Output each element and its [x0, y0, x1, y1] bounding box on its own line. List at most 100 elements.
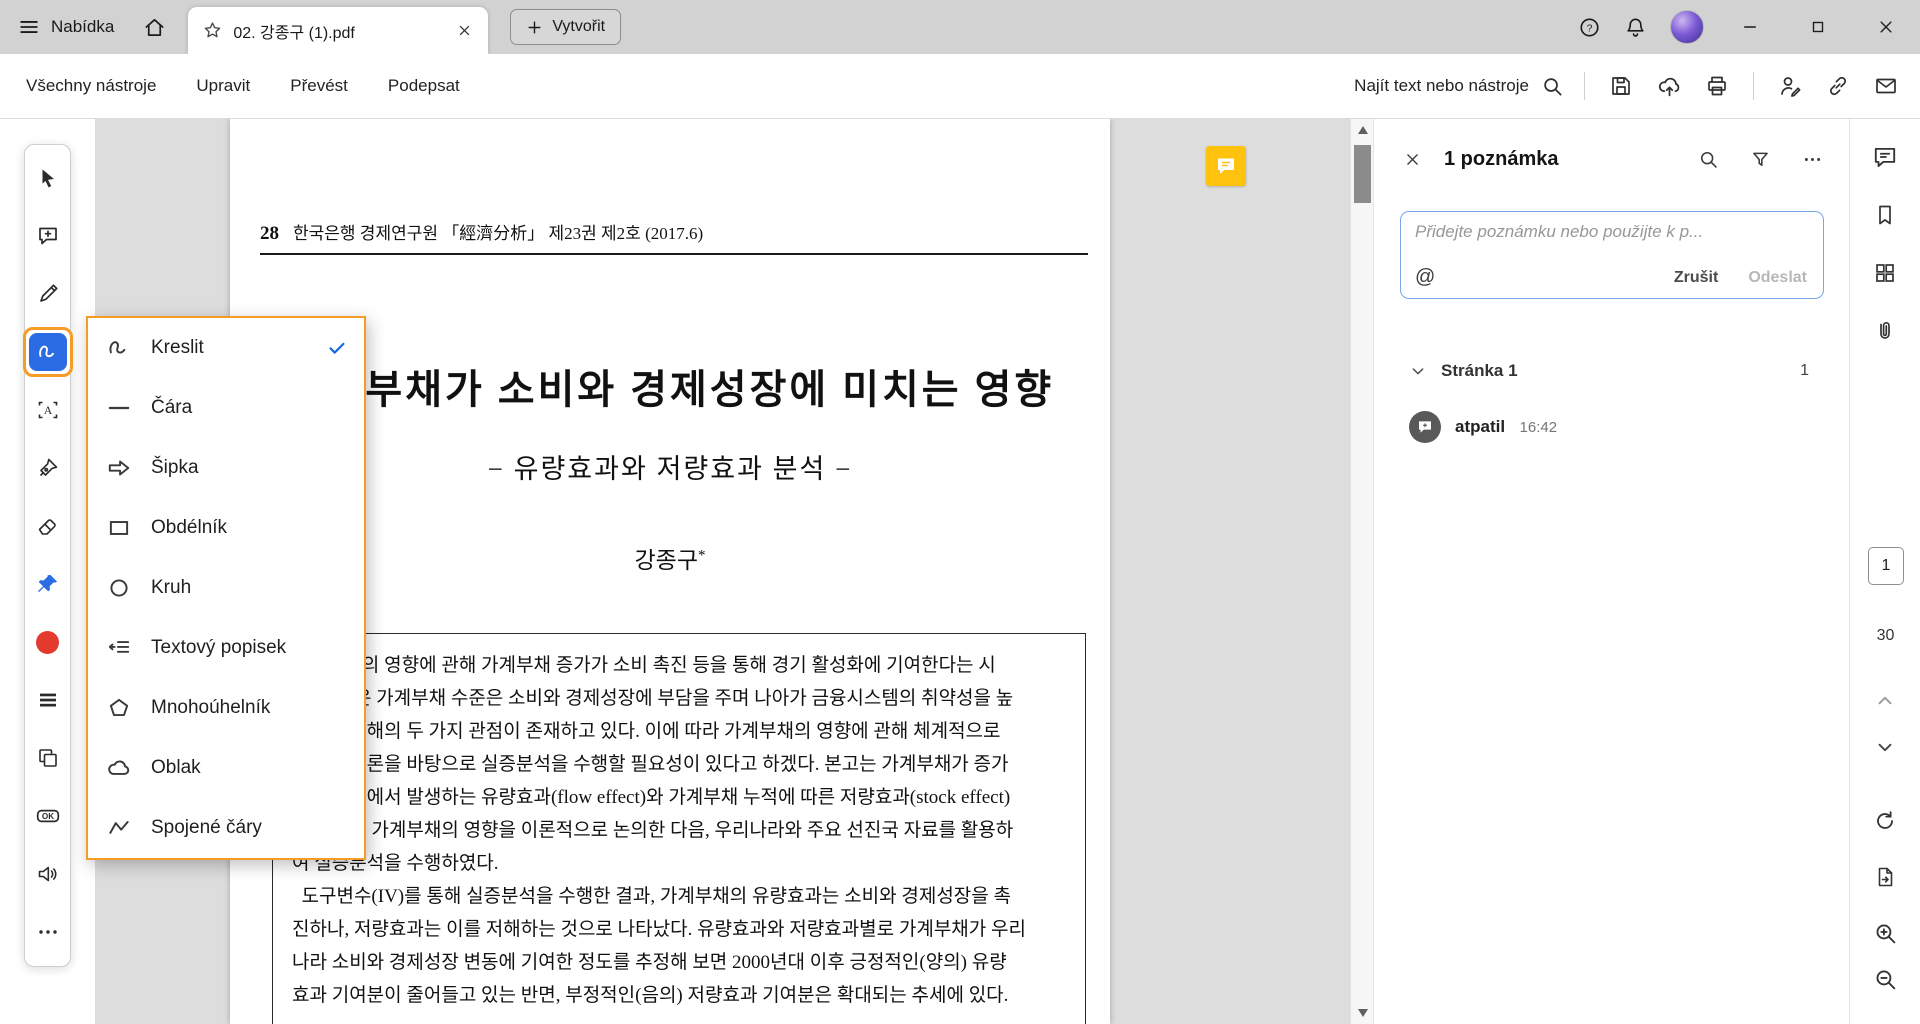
thumbnails-panel-button[interactable] — [1865, 253, 1905, 293]
previous-page-button[interactable] — [1865, 681, 1905, 721]
filter-comments-button[interactable] — [1743, 142, 1777, 176]
triangle-up-icon — [1357, 126, 1368, 134]
share-link-button[interactable] — [1814, 54, 1862, 118]
print-button[interactable] — [1693, 54, 1741, 118]
more-tools[interactable] — [29, 913, 67, 951]
flyout-item-text-callout[interactable]: Textový popisek — [88, 618, 364, 678]
comment-input[interactable] — [1401, 212, 1823, 258]
comment-list-item[interactable]: atpatil 16:42 — [1409, 411, 1557, 443]
flyout-item-cloud[interactable]: Oblak — [88, 738, 364, 798]
attachments-panel-button[interactable] — [1865, 311, 1905, 351]
flyout-label: Kruh — [151, 577, 192, 598]
window-maximize-button[interactable] — [1784, 0, 1852, 54]
rotate-page-button[interactable] — [1865, 801, 1905, 841]
menu-sign[interactable]: Podepsat — [368, 54, 480, 118]
ok-stamp-tool[interactable]: OK — [29, 797, 67, 835]
flyout-item-connected-lines[interactable]: Spojené čáry — [88, 798, 364, 858]
line-thickness-tool[interactable] — [29, 681, 67, 719]
text-box-tool[interactable]: A — [29, 391, 67, 429]
menu-edit[interactable]: Upravit — [176, 54, 270, 118]
scrollbar-thumb[interactable] — [1354, 145, 1371, 203]
toolbar-divider — [1753, 72, 1754, 100]
page-total-label: 30 — [1876, 627, 1895, 644]
main-toolbar: Všechny nástroje Upravit Převést Podepsa… — [0, 54, 1920, 119]
color-swatch-red[interactable] — [29, 623, 67, 661]
sticky-note-annotation[interactable] — [1206, 146, 1246, 186]
flyout-item-line[interactable]: Čára — [88, 378, 364, 438]
comment-meta: atpatil 16:42 — [1455, 417, 1557, 437]
mention-button[interactable]: @ — [1415, 266, 1435, 289]
close-panel-button[interactable] — [1398, 145, 1426, 173]
abstract-box: 가계부채의 영향에 관해 가계부채 증가가 소비 촉진 등을 통해 경기 활성화… — [272, 633, 1086, 1024]
request-signatures-button[interactable] — [1766, 54, 1814, 118]
search-button[interactable]: Najít text nebo nástroje — [1346, 75, 1572, 98]
hamburger-icon — [20, 21, 38, 33]
draw-tool-selected[interactable] — [28, 333, 67, 371]
link-icon — [1830, 76, 1846, 96]
abstract-line: 진하나, 저량효과는 이를 저해하는 것으로 나타났다. 유량효과와 저량효과별… — [292, 919, 1026, 940]
connected-lines-icon — [109, 821, 129, 834]
check-icon — [329, 342, 345, 354]
titlebar-right-cluster: ? — [1566, 0, 1920, 54]
cloud-upload-button[interactable] — [1645, 54, 1693, 118]
zoom-out-button[interactable] — [1865, 959, 1905, 999]
eraser-tool[interactable] — [29, 507, 67, 545]
author-footnote-mark: * — [697, 547, 706, 564]
flyout-item-arrow[interactable]: Šipka — [88, 438, 364, 498]
page-1-section-header[interactable]: Stránka 1 1 — [1410, 355, 1809, 387]
send-button[interactable]: Odeslat — [1748, 269, 1807, 287]
menu-all-tools[interactable]: Všechny nástroje — [6, 54, 176, 118]
scroll-down-button[interactable] — [1351, 1002, 1374, 1024]
save-button[interactable] — [1597, 54, 1645, 118]
window-close-button[interactable] — [1852, 0, 1920, 54]
user-avatar[interactable] — [1670, 10, 1704, 44]
pin-tool[interactable] — [29, 565, 67, 603]
flyout-item-polygon[interactable]: Mnohoúhelník — [88, 678, 364, 738]
abstract-line: 도구변수(IV)를 통해 실증분석을 수행한 결과, 가계부채의 유량효과는 소… — [292, 886, 1012, 907]
export-pdf-button[interactable] — [1865, 857, 1905, 897]
search-icon — [1544, 77, 1562, 96]
fill-sign-pen-tool[interactable] — [29, 449, 67, 487]
document-tab[interactable]: 02. 강종구 (1).pdf — [188, 7, 489, 54]
menu-convert[interactable]: Převést — [270, 54, 368, 118]
comment-avatar — [1409, 411, 1441, 443]
home-button[interactable] — [130, 0, 178, 54]
help-button[interactable]: ? — [1566, 0, 1612, 54]
add-comment-tool[interactable] — [29, 217, 67, 255]
right-panel-rail: 30 — [1849, 119, 1920, 1024]
flyout-label: Oblak — [151, 757, 201, 778]
star-icon[interactable] — [202, 20, 223, 41]
comments-options-button[interactable] — [1795, 142, 1829, 176]
marker-tool[interactable] — [29, 275, 67, 313]
tab-close-button[interactable] — [450, 17, 478, 45]
journal-title: 한국은행 경제연구원 「經濟分析」 제23권 제2호 (2017.6) — [293, 224, 704, 243]
window-minimize-button[interactable] — [1716, 0, 1784, 54]
select-tool[interactable] — [29, 159, 67, 197]
page-number-input[interactable] — [1869, 548, 1903, 584]
section-comment-count: 1 — [1800, 362, 1809, 379]
shapes-tool[interactable] — [29, 739, 67, 777]
chevron-down-icon — [1878, 743, 1892, 752]
create-button[interactable]: Vytvořit — [510, 9, 622, 45]
app-menu-button[interactable]: Nabídka — [0, 0, 130, 54]
scroll-up-button[interactable] — [1351, 119, 1374, 141]
page-number-box[interactable] — [1868, 547, 1904, 585]
bookmarks-panel-button[interactable] — [1865, 195, 1905, 235]
cancel-button[interactable]: Zrušit — [1674, 269, 1718, 287]
create-label: Vytvořit — [552, 18, 606, 35]
page-number-text: 28 — [260, 223, 279, 244]
read-aloud-tool[interactable] — [29, 855, 67, 893]
email-button[interactable] — [1862, 54, 1910, 118]
zoom-in-button[interactable] — [1865, 913, 1905, 953]
envelope-icon — [1876, 78, 1896, 94]
flyout-item-rectangle[interactable]: Obdélník — [88, 498, 364, 558]
document-scrollbar[interactable] — [1350, 119, 1373, 1024]
header-rule — [260, 253, 1088, 255]
flyout-item-circle[interactable]: Kruh — [88, 558, 364, 618]
comments-panel-button[interactable] — [1865, 137, 1905, 177]
comments-panel-icon — [1874, 147, 1896, 167]
search-comments-button[interactable] — [1691, 142, 1725, 176]
flyout-item-draw[interactable]: Kreslit — [88, 318, 364, 378]
next-page-button[interactable] — [1865, 727, 1905, 767]
notifications-button[interactable] — [1612, 0, 1658, 54]
